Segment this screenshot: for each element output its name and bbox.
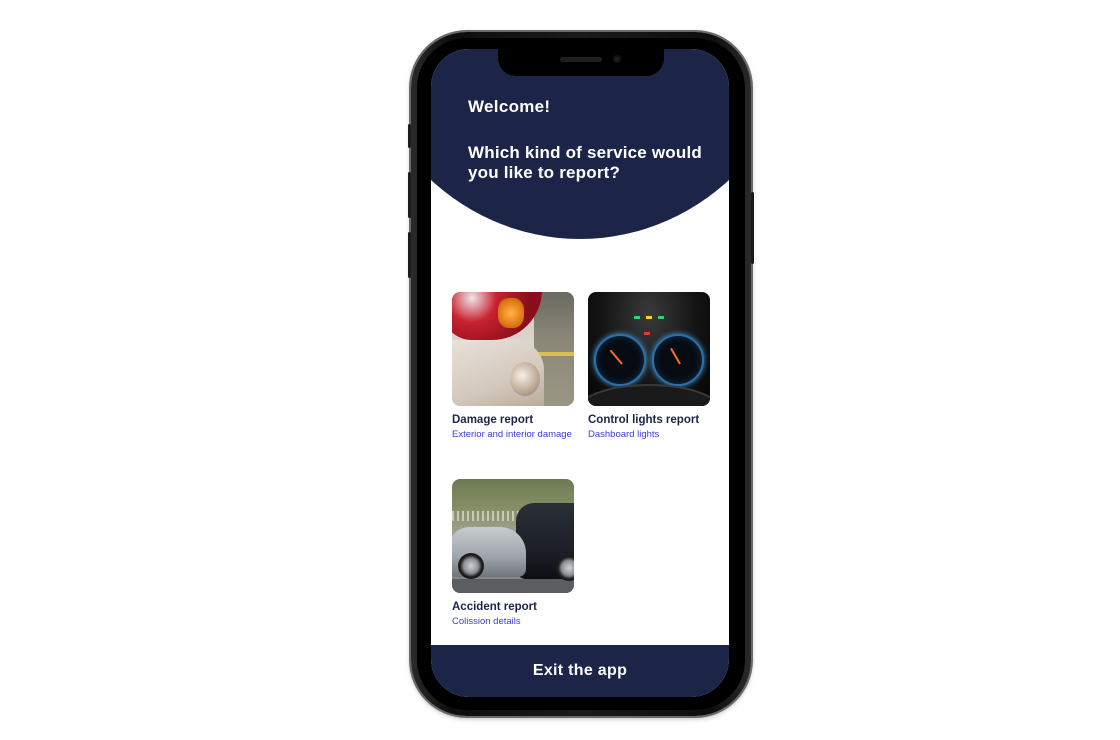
phone-frame: Welcome! Which kind of service would you… [408,32,754,716]
exit-app-button[interactable]: Exit the app [431,645,729,697]
dashboard-image[interactable] [588,292,710,406]
volume-down-button [408,232,411,278]
card-subtitle: Dashboard lights [588,429,660,440]
phone-notch [498,49,664,76]
header: Welcome! Which kind of service would you… [468,97,708,183]
service-card-accident-report[interactable]: Accident report Colission details [452,479,574,627]
card-title: Damage report [452,414,534,426]
mute-switch [408,124,411,148]
card-subtitle: Exterior and interior damage [452,429,572,440]
car-damage-image[interactable] [452,292,574,406]
volume-up-button [408,172,411,218]
card-title: Control lights report [588,414,700,426]
service-card-control-lights-report[interactable]: Control lights report Dashboard lights [588,292,710,440]
service-card-damage-report[interactable]: Damage report Exterior and interior dama… [452,292,574,440]
app-screen: Welcome! Which kind of service would you… [431,49,729,697]
welcome-title: Welcome! [468,97,551,116]
card-title: Accident report [452,601,537,613]
front-camera-icon [613,55,621,63]
power-button [751,192,754,264]
speaker-grille [560,57,602,62]
card-subtitle: Colission details [452,616,521,627]
service-question: Which kind of service would you like to … [468,143,702,182]
car-accident-image[interactable] [452,479,574,593]
